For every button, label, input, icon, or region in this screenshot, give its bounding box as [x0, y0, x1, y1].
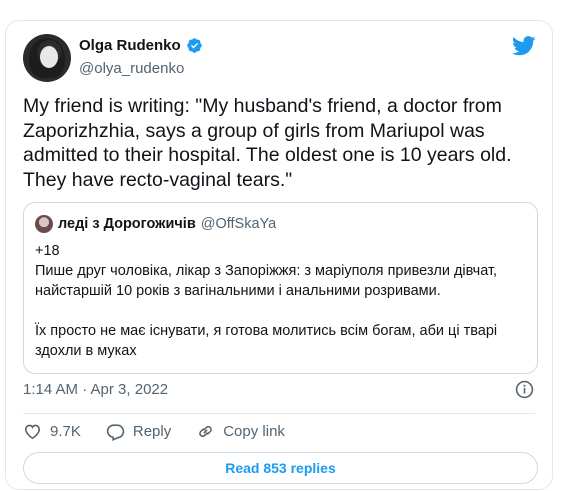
author-avatar[interactable] — [23, 34, 71, 82]
twitter-bird-icon[interactable] — [512, 36, 536, 56]
quoted-author-avatar — [35, 215, 53, 233]
divider — [23, 413, 535, 414]
author-name[interactable]: Olga Rudenko — [79, 37, 181, 54]
avatar-face — [40, 46, 58, 68]
quoted-tweet-text: +18 Пише друг чоловіка, лікар з Запоріжж… — [35, 241, 525, 361]
link-icon — [199, 425, 213, 438]
info-icon[interactable] — [515, 380, 534, 399]
copy-link-label: Copy link — [223, 423, 285, 440]
tweet-text: My friend is writing: "My husband's frie… — [23, 95, 512, 191]
quoted-author-name: леді з Дорогожичів — [58, 216, 196, 232]
reply-label: Reply — [132, 423, 172, 440]
like-button[interactable]: 9.7K — [23, 422, 81, 441]
tweet-card: Olga Rudenko @olya_rudenko My friend is … — [5, 20, 553, 490]
author-handle[interactable]: @olya_rudenko — [79, 60, 184, 77]
quoted-tweet[interactable]: леді з Дорогожичів @OffSkaYa +18 Пише др… — [23, 202, 538, 374]
verified-badge-icon — [186, 38, 202, 53]
quoted-tweet-header: леді з Дорогожичів @OffSkaYa — [35, 215, 276, 233]
read-replies-button[interactable]: Read 853 replies — [23, 452, 538, 484]
tweet-actions: 9.7K Reply Copy link — [23, 422, 310, 441]
quoted-line: +18 — [35, 243, 60, 259]
author-name-row: Olga Rudenko — [79, 37, 203, 54]
reply-button[interactable]: Reply — [106, 422, 171, 441]
like-count: 9.7K — [50, 423, 81, 440]
reply-icon — [106, 424, 125, 441]
quoted-author-handle: @OffSkaYa — [200, 216, 277, 232]
quoted-line: Їх просто не має існувати, я готова моли… — [35, 323, 498, 359]
quoted-line: Пише друг чоловіка, лікар з Запоріжжя: з… — [35, 263, 498, 299]
tweet-timestamp[interactable]: 1:14 AM · Apr 3, 2022 — [23, 381, 168, 398]
heart-icon — [24, 424, 41, 440]
copy-link-button[interactable]: Copy link — [196, 422, 285, 441]
